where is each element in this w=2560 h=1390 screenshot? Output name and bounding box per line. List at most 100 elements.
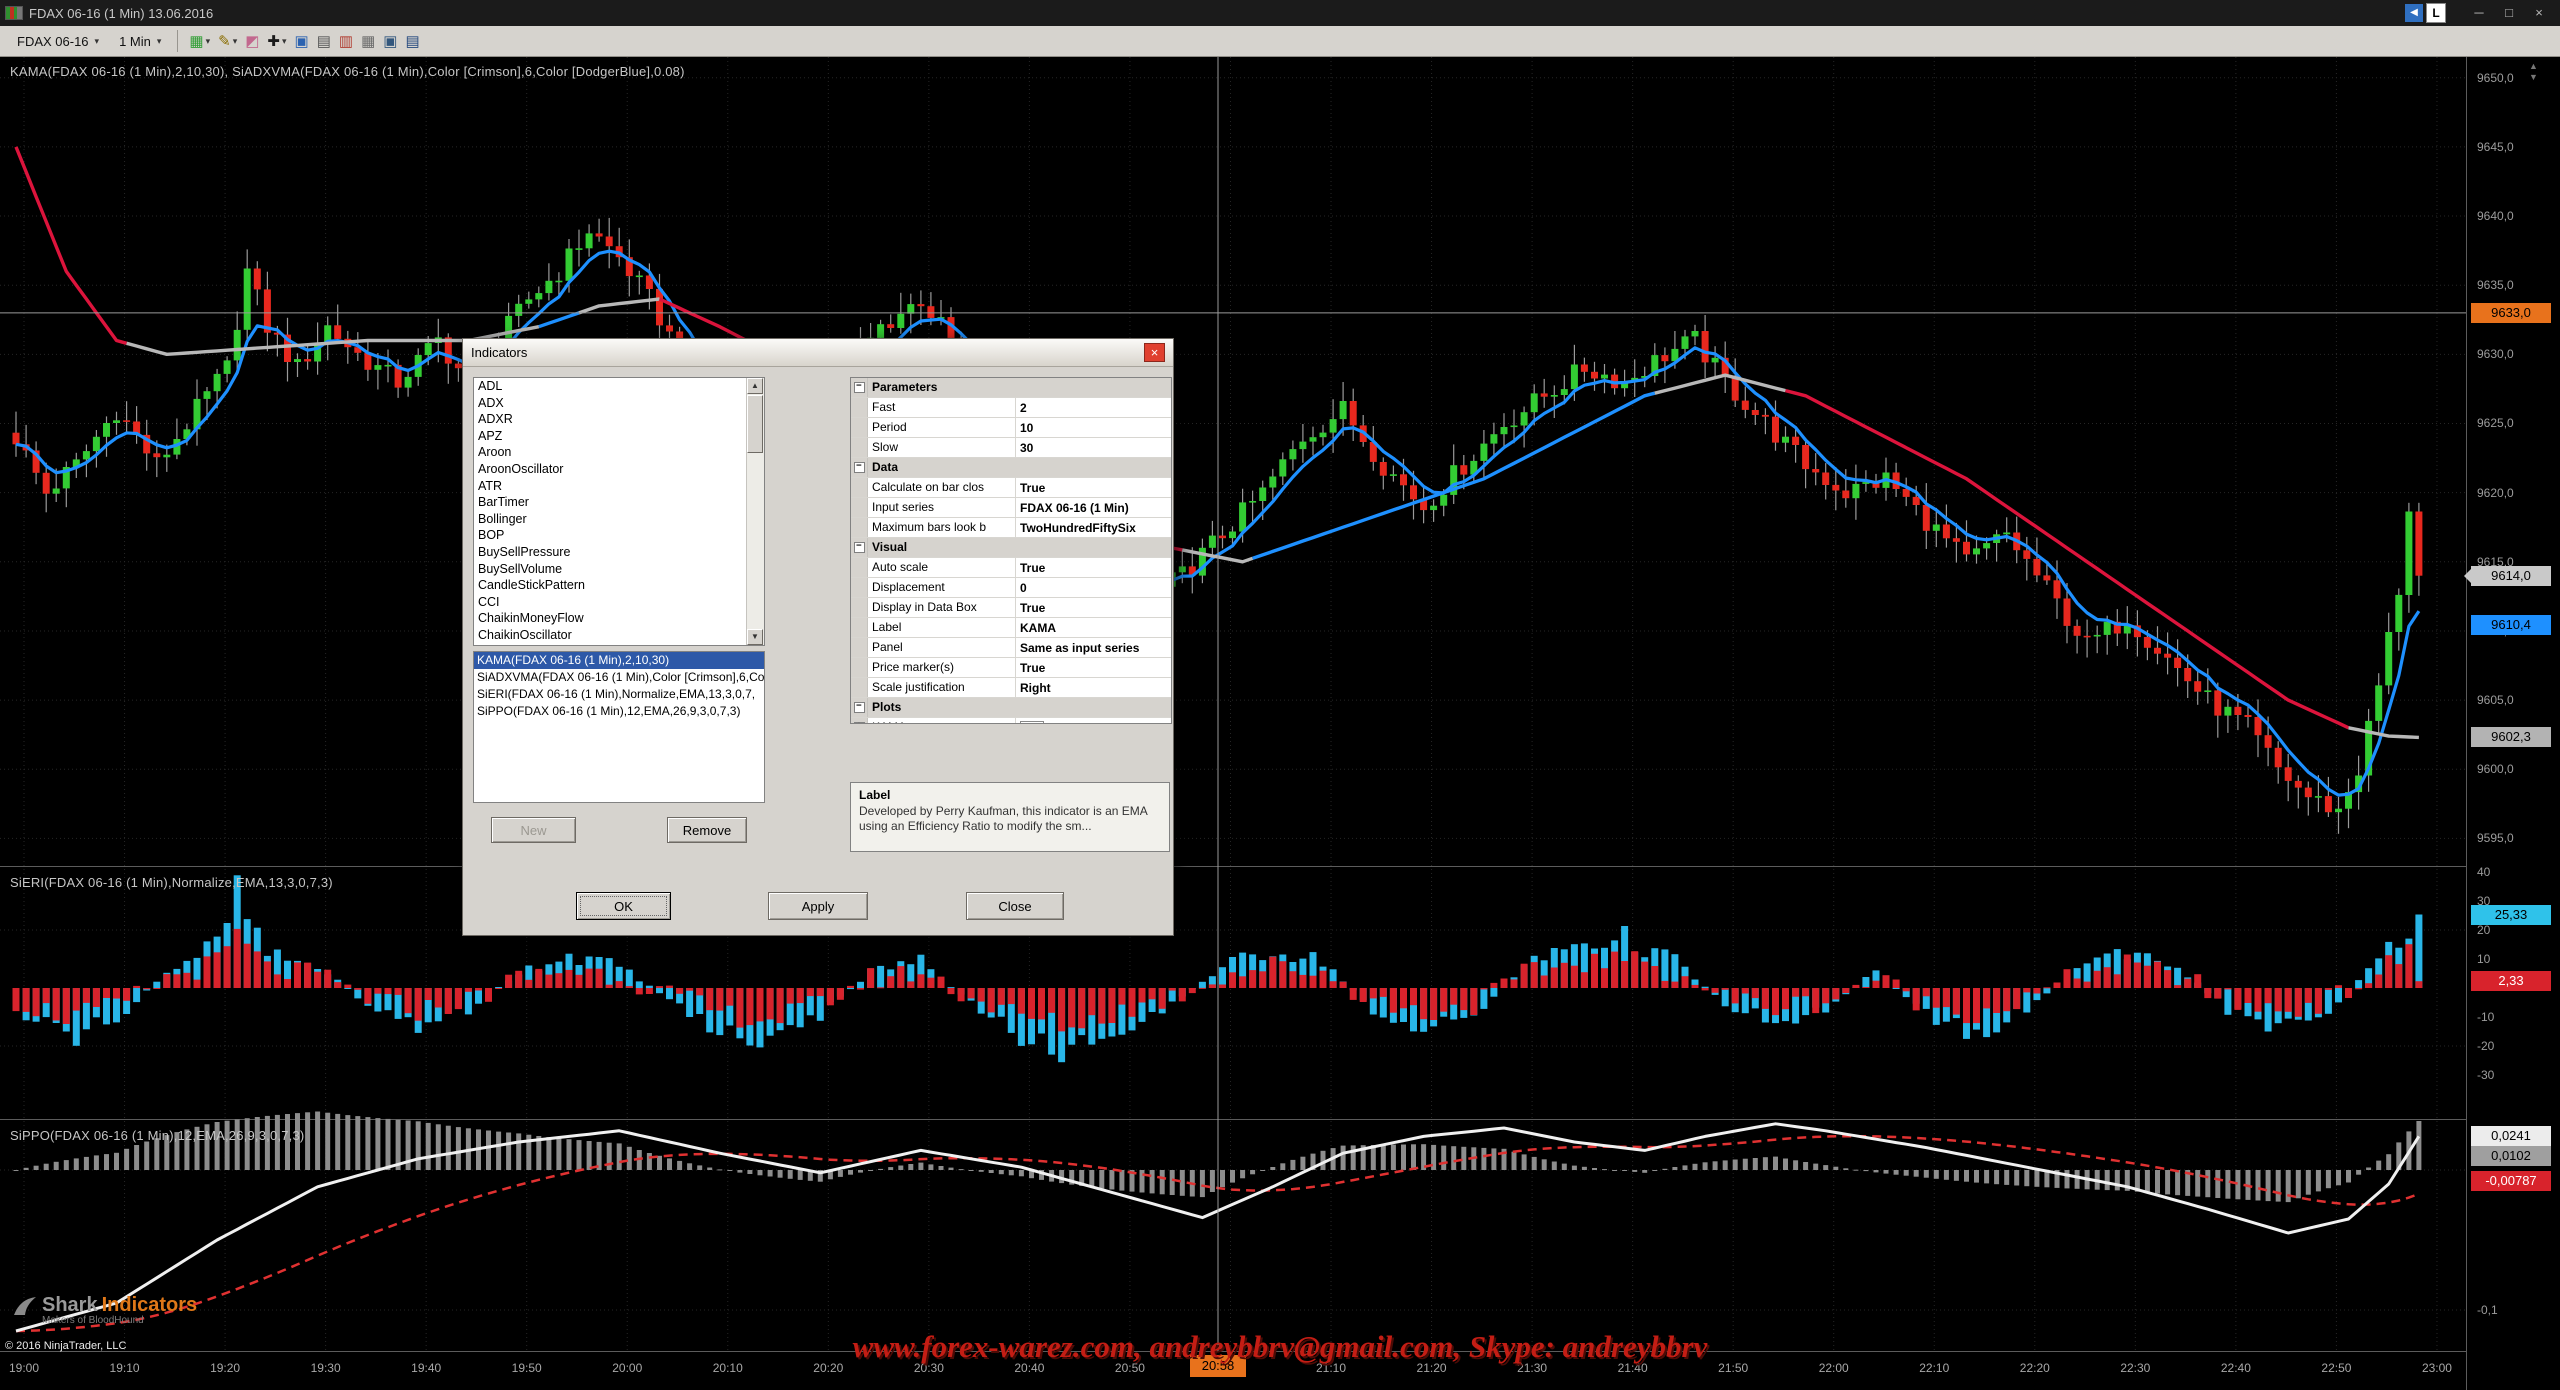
remove-button[interactable]: Remove	[667, 817, 747, 843]
indicator-list-item-bollinger[interactable]: Bollinger	[474, 511, 764, 528]
property-row-slow[interactable]: Slow30	[851, 438, 1171, 458]
property-value[interactable]: Same as input series	[1016, 638, 1171, 657]
scroll-down-icon[interactable]: ▼	[747, 629, 763, 645]
indicator-list-item-aroon[interactable]: Aroon	[474, 444, 764, 461]
plot-line-icon	[1020, 721, 1044, 725]
indicator-list-item-adxr[interactable]: ADXR	[474, 411, 764, 428]
configured-indicators-list[interactable]: KAMA(FDAX 06-16 (1 Min),2,10,30)SiADXVMA…	[473, 651, 765, 803]
indicator-list-item-chaikinoscillator[interactable]: ChaikinOscillator	[474, 627, 764, 644]
indicator-list-item-adx[interactable]: ADX	[474, 395, 764, 412]
indicator-list-item-buysellvolume[interactable]: BuySellVolume	[474, 561, 764, 578]
property-row-displacement[interactable]: Displacement0	[851, 578, 1171, 598]
property-value[interactable]: Right	[1016, 678, 1171, 697]
property-row-calculate-on-bar-clos[interactable]: Calculate on bar closTrue	[851, 478, 1171, 498]
property-value[interactable]: Line; Solid; 3px	[1016, 718, 1171, 724]
indicator-list-item-bartimer[interactable]: BarTimer	[474, 494, 764, 511]
axis-scroll-up-icon[interactable]: ▲	[2529, 61, 2538, 71]
property-category-parameters[interactable]: −Parameters	[851, 378, 1171, 398]
expand-icon[interactable]: +	[854, 722, 865, 724]
minimize-button[interactable]: ─	[2464, 0, 2494, 26]
drawing-tools-button[interactable]: ✎▾	[214, 29, 241, 53]
ok-button[interactable]: OK	[576, 892, 671, 920]
scroll-up-icon[interactable]: ▲	[747, 378, 763, 394]
data-box-button[interactable]: ▤	[313, 29, 335, 53]
apply-button[interactable]: Apply	[768, 892, 868, 920]
indicator-list-item-cci[interactable]: CCI	[474, 594, 764, 611]
property-row-period[interactable]: Period10	[851, 418, 1171, 438]
chart-style-button[interactable]: ▦▾	[185, 29, 214, 53]
dialog-close-button[interactable]: Close	[966, 892, 1064, 920]
dialog-close-icon[interactable]: ×	[1144, 343, 1165, 362]
property-row-kama[interactable]: +KAMALine; Solid; 3px	[851, 718, 1171, 724]
time-axis-label: 19:50	[504, 1361, 550, 1375]
indicator-list-item-chaikinmoneyflow[interactable]: ChaikinMoneyFlow	[474, 610, 764, 627]
adxvma-price-marker: 9602,3	[2471, 727, 2551, 747]
property-value[interactable]: 30	[1016, 438, 1171, 457]
crosshair-button[interactable]: ✚▾	[263, 29, 290, 53]
grid-gutter	[851, 638, 868, 657]
indicator-list-scrollbar[interactable]: ▲ ▼	[746, 378, 764, 645]
eraser-button[interactable]: ◩	[241, 29, 263, 53]
configured-indicator-item[interactable]: SiPPO(FDAX 06-16 (1 Min),12,EMA,26,9,3,0…	[474, 703, 764, 720]
configured-indicator-item[interactable]: SiADXVMA(FDAX 06-16 (1 Min),Color [Crims…	[474, 669, 764, 686]
grid-button[interactable]: ▦	[357, 29, 379, 53]
property-value[interactable]: 0	[1016, 578, 1171, 597]
property-value[interactable]: True	[1016, 478, 1171, 497]
indicator-list-item-adl[interactable]: ADL	[474, 378, 764, 395]
property-row-fast[interactable]: Fast2	[851, 398, 1171, 418]
restore-button[interactable]: □	[2494, 0, 2524, 26]
property-grid[interactable]: −ParametersFast2Period10Slow30−DataCalcu…	[850, 377, 1172, 724]
chart-trader-button[interactable]: ▣	[291, 29, 313, 53]
configured-indicator-item[interactable]: SiERI(FDAX 06-16 (1 Min),Normalize,EMA,1…	[474, 686, 764, 703]
indicator-list-item-candlestickpattern[interactable]: CandleStickPattern	[474, 577, 764, 594]
scrollbar-thumb[interactable]	[747, 395, 763, 453]
collapse-icon[interactable]: −	[854, 462, 865, 473]
property-value[interactable]: True	[1016, 598, 1171, 617]
indicator-list-item-aroonoscillator[interactable]: AroonOscillator	[474, 461, 764, 478]
property-row-price-marker-s[interactable]: Price marker(s)True	[851, 658, 1171, 678]
instrument-selector[interactable]: FDAX 06-16 ▾	[8, 30, 108, 53]
logo-text-indicators: Indicators	[102, 1294, 198, 1317]
property-value[interactable]: True	[1016, 558, 1171, 577]
axis-scroll-down-icon[interactable]: ▼	[2529, 72, 2538, 82]
instrument-link-button[interactable]: L	[2426, 3, 2446, 23]
price-axis[interactable]: ▲ ▼ 9650,09645,09640,09635,09630,09625,0…	[2466, 57, 2560, 1390]
close-button[interactable]: ×	[2524, 0, 2554, 26]
collapse-icon[interactable]: −	[854, 382, 865, 393]
save-button[interactable]: ▤	[401, 29, 423, 53]
property-category-data[interactable]: −Data	[851, 458, 1171, 478]
property-value[interactable]: TwoHundredFiftySix	[1016, 518, 1171, 537]
property-value[interactable]: KAMA	[1016, 618, 1171, 637]
collapse-icon[interactable]: −	[854, 702, 865, 713]
indicators-button[interactable]: ▥	[335, 29, 357, 53]
property-value[interactable]: 10	[1016, 418, 1171, 437]
indicator-list-item-buysellpressure[interactable]: BuySellPressure	[474, 544, 764, 561]
property-row-auto-scale[interactable]: Auto scaleTrue	[851, 558, 1171, 578]
indicator-list-item-bop[interactable]: BOP	[474, 527, 764, 544]
instrument-link-arrow-button[interactable]: ◀	[2405, 4, 2423, 22]
new-button[interactable]: New	[491, 817, 576, 843]
property-value[interactable]: FDAX 06-16 (1 Min)	[1016, 498, 1171, 517]
property-row-display-in-data-box[interactable]: Display in Data BoxTrue	[851, 598, 1171, 618]
property-name: Fast	[868, 398, 1016, 417]
property-row-maximum-bars-look-b[interactable]: Maximum bars look bTwoHundredFiftySix	[851, 518, 1171, 538]
property-category-plots[interactable]: −Plots	[851, 698, 1171, 718]
property-value[interactable]: 2	[1016, 398, 1171, 417]
property-row-label[interactable]: LabelKAMA	[851, 618, 1171, 638]
interval-selector[interactable]: 1 Min ▾	[110, 30, 170, 53]
configured-indicator-item[interactable]: KAMA(FDAX 06-16 (1 Min),2,10,30)	[474, 652, 764, 669]
crosshair-price-marker: 9633,0	[2471, 303, 2551, 323]
indicator-list-item-atr[interactable]: ATR	[474, 478, 764, 495]
snapshot-button[interactable]: ▣	[379, 29, 401, 53]
indicator-list-item-apz[interactable]: APZ	[474, 428, 764, 445]
collapse-icon[interactable]: −	[854, 542, 865, 553]
chart-canvas[interactable]	[0, 57, 2560, 1390]
property-value[interactable]: True	[1016, 658, 1171, 677]
property-category-visual[interactable]: −Visual	[851, 538, 1171, 558]
available-indicators-list[interactable]: ADLADXADXRAPZAroonAroonOscillatorATRBarT…	[473, 377, 765, 646]
chart-area[interactable]: KAMA(FDAX 06-16 (1 Min),2,10,30), SiADXV…	[0, 57, 2560, 1390]
property-row-input-series[interactable]: Input seriesFDAX 06-16 (1 Min)	[851, 498, 1171, 518]
dialog-titlebar[interactable]: Indicators ×	[463, 339, 1173, 367]
property-row-panel[interactable]: PanelSame as input series	[851, 638, 1171, 658]
property-row-scale-justification[interactable]: Scale justificationRight	[851, 678, 1171, 698]
